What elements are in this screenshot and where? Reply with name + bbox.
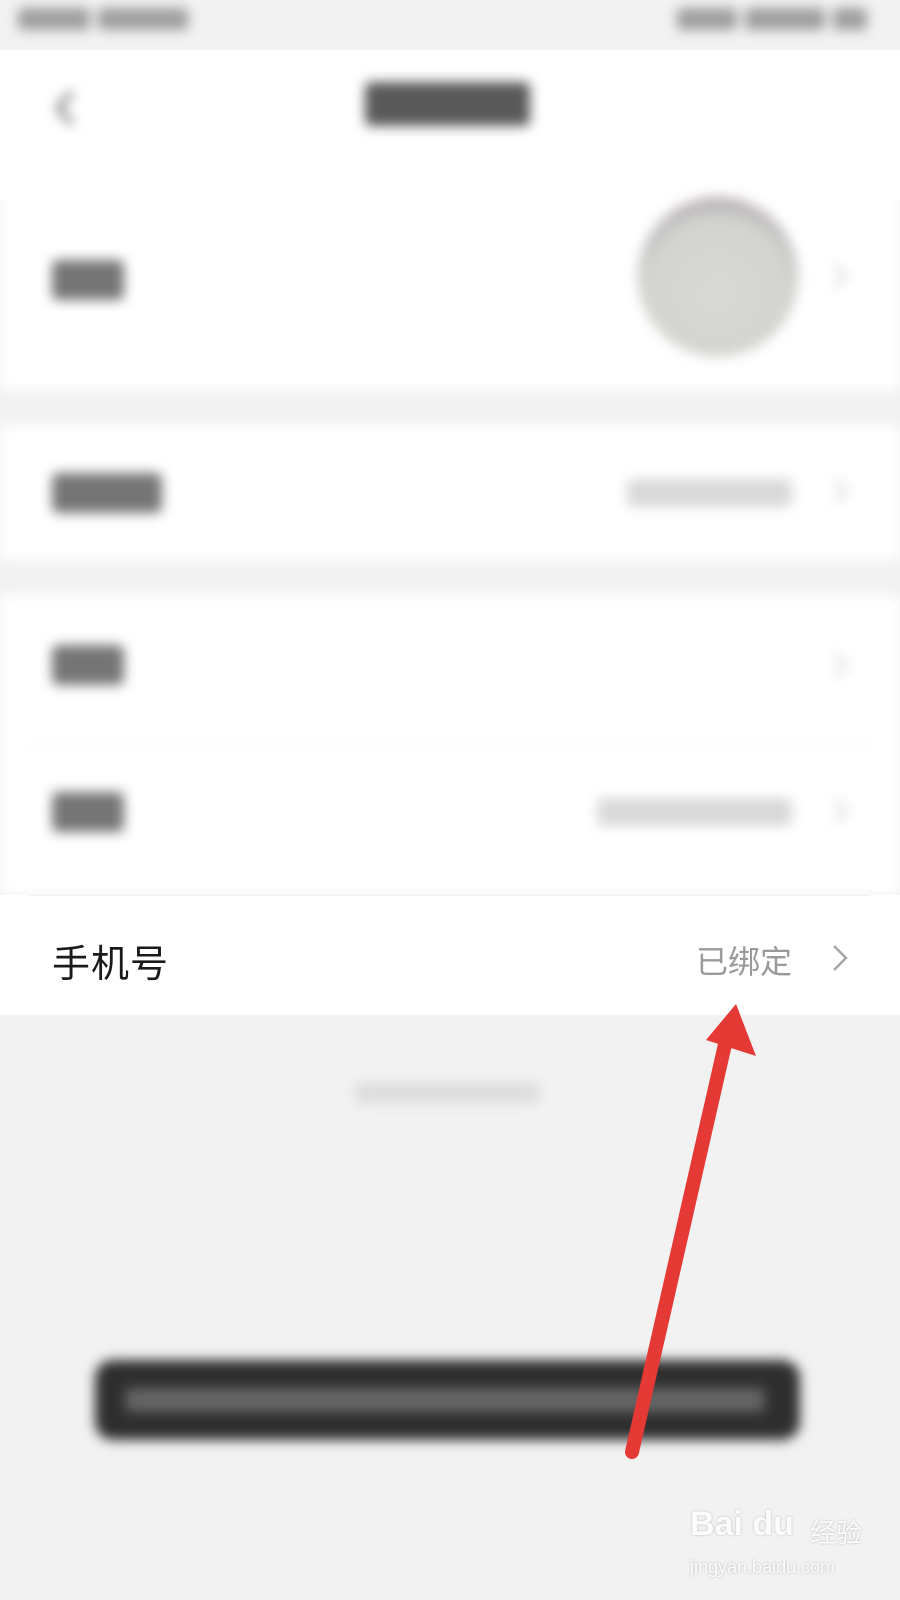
toast-message: [95, 1360, 800, 1440]
divider: [30, 745, 870, 746]
status-bar-right: [677, 8, 882, 36]
chevron-right-icon: [833, 478, 849, 504]
toast-text: [125, 1388, 765, 1412]
profile-rows: [0, 595, 900, 895]
chevron-right-icon: [833, 798, 849, 824]
gender-row-label: [52, 645, 124, 685]
phone-row-value: 已绑定: [695, 943, 792, 981]
watermark-text: 经验: [810, 1519, 863, 1549]
page-title: [365, 82, 530, 126]
baidu-watermark: Bai du 经验 jingyan.baidu.com: [690, 1505, 890, 1585]
watermark-logo: Bai du: [690, 1505, 794, 1543]
status-bar-left: [18, 8, 198, 36]
avatar[interactable]: [638, 197, 798, 357]
divider: [30, 895, 870, 896]
status-bar: [0, 0, 900, 50]
avatar-row-label: [52, 260, 124, 300]
birthday-row-value: [597, 798, 792, 826]
chevron-right-icon: [833, 263, 849, 289]
phone-row-label: 手机号: [52, 942, 170, 986]
username-row[interactable]: [0, 425, 900, 560]
phone-number-row[interactable]: 手机号 已绑定: [0, 895, 900, 1015]
chevron-left-icon[interactable]: [50, 88, 80, 128]
username-row-value: [627, 479, 792, 507]
watermark-url: jingyan.baidu.com: [690, 1557, 836, 1577]
birthday-row-label: [52, 792, 124, 832]
chevron-right-icon: [833, 652, 849, 678]
footer-links[interactable]: [355, 1082, 540, 1104]
username-row-label: [52, 473, 162, 513]
chevron-right-icon: [833, 945, 848, 971]
